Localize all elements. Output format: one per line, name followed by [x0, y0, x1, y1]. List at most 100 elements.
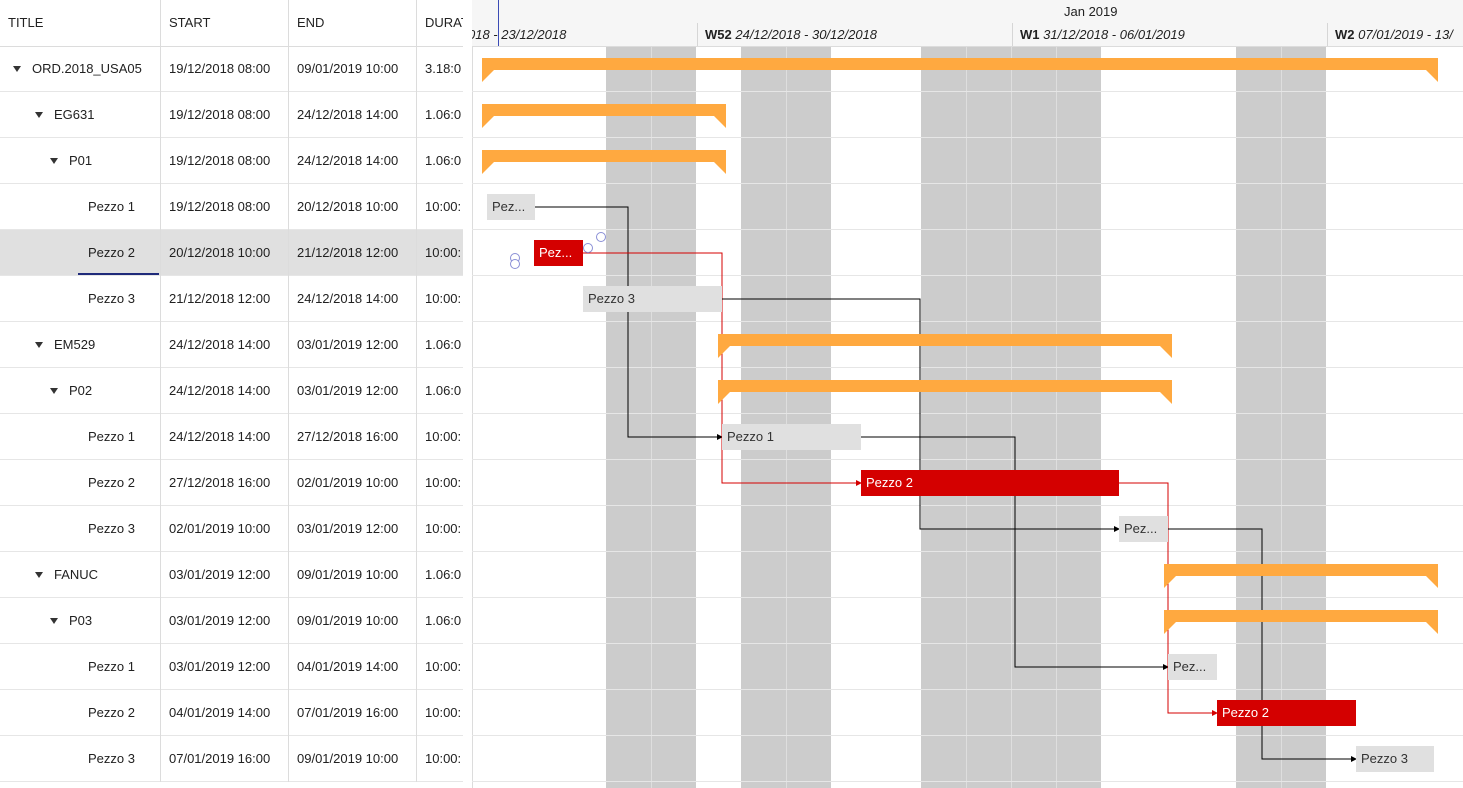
cell-start: 03/01/2019 12:00 [161, 644, 289, 690]
cell-end: 24/12/2018 14:00 [289, 276, 417, 322]
expand-caret-icon[interactable] [35, 571, 43, 578]
table-row[interactable]: Pezzo 1 19/12/2018 08:00 20/12/2018 10:00 1… [0, 184, 463, 230]
cell-start: 19/12/2018 08:00 [161, 138, 289, 184]
cell-end: 24/12/2018 14:00 [289, 138, 417, 184]
summary-bar[interactable] [718, 334, 1172, 360]
cell-title: Pezzo 3 [0, 736, 161, 782]
table-row[interactable]: Pezzo 3 07/01/2019 16:00 09/01/2019 10:00 1… [0, 736, 463, 782]
cell-start: 21/12/2018 12:00 [161, 276, 289, 322]
cell-duration: 1.06:0 [425, 383, 462, 398]
cell-title: Pezzo 1 [0, 644, 161, 690]
task-bar[interactable]: Pezzo 1 [722, 424, 861, 450]
cell-duration: 10:00: [425, 475, 462, 490]
task-bar[interactable]: Pezzo 3 [583, 286, 722, 312]
cell-title: Pezzo 1 [0, 414, 161, 460]
summary-start-tip [1164, 622, 1176, 634]
summary-bar[interactable] [1164, 564, 1438, 590]
cell-start: 20/12/2018 10:00 [161, 230, 289, 276]
column-header-start[interactable]: START [161, 0, 289, 46]
summary-end-tip [1160, 392, 1172, 404]
table-row[interactable]: P02 24/12/2018 14:00 03/01/2019 12:00 1.06:… [0, 368, 463, 414]
cell-duration: 3.18:0 [425, 61, 462, 76]
resize-handle-icon[interactable] [596, 232, 606, 242]
cell-title: Pezzo 2 [0, 690, 161, 736]
cell-start: 24/12/2018 14:00 [161, 322, 289, 368]
cell-end: 09/01/2019 10:00 [289, 736, 417, 782]
expand-caret-icon[interactable] [50, 617, 58, 624]
row-title: P01 [69, 153, 93, 168]
row-title: Pezzo 3 [88, 291, 135, 306]
table-row[interactable]: ORD.2018_USA05 19/12/2018 08:00 09/01/2019… [0, 46, 463, 92]
summary-bar[interactable] [482, 150, 726, 176]
expand-caret-icon[interactable] [50, 387, 58, 394]
table-row[interactable]: Pezzo 2 20/12/2018 10:00 21/12/2018 12:00 1… [0, 230, 463, 276]
cell-start: 07/01/2019 16:00 [161, 736, 289, 782]
cell-duration: 10:00: [425, 199, 462, 214]
summary-bar[interactable] [482, 104, 726, 130]
row-title: P03 [69, 613, 93, 628]
summary-band [1164, 564, 1438, 576]
critical-task-bar[interactable]: Pez... [534, 240, 583, 266]
column-header-end[interactable]: END [289, 0, 417, 46]
cell-end: 27/12/2018 16:00 [289, 414, 417, 460]
cell-end: 07/01/2019 16:00 [289, 690, 417, 736]
cell-duration: 10:00: [425, 705, 462, 720]
cell-duration: 10:00: [425, 751, 462, 766]
summary-start-tip [1164, 576, 1176, 588]
table-row[interactable]: Pezzo 2 27/12/2018 16:00 02/01/2019 10:00 1… [0, 460, 463, 506]
cell-start: 24/12/2018 14:00 [161, 414, 289, 460]
cell-title: EG631 [0, 92, 161, 138]
expand-caret-icon[interactable] [35, 341, 43, 348]
summary-end-tip [1160, 346, 1172, 358]
task-bar[interactable]: Pezzo 3 [1356, 746, 1434, 772]
cell-title: ORD.2018_USA05 [0, 46, 161, 92]
table-row[interactable]: Pezzo 2 04/01/2019 14:00 07/01/2019 16:00 1… [0, 690, 463, 736]
cell-start: 02/01/2019 10:00 [161, 506, 289, 552]
table-row[interactable]: Pezzo 3 21/12/2018 12:00 24/12/2018 14:00 1… [0, 276, 463, 322]
expand-caret-icon[interactable] [13, 65, 21, 72]
cell-title: P02 [0, 368, 161, 414]
cell-end: 03/01/2019 12:00 [289, 368, 417, 414]
row-title: ORD.2018_USA05 [32, 61, 142, 76]
expand-caret-icon[interactable] [35, 111, 43, 118]
row-title: Pezzo 3 [88, 521, 135, 536]
cell-start: 03/01/2019 12:00 [161, 598, 289, 644]
cell-duration: 10:00: [425, 245, 462, 260]
resize-handle-icon[interactable] [583, 243, 593, 253]
summary-band [482, 58, 1438, 70]
summary-bar[interactable] [1164, 610, 1438, 636]
summary-end-tip [1426, 70, 1438, 82]
task-bar[interactable]: Pez... [1168, 654, 1217, 680]
summary-end-tip [1426, 622, 1438, 634]
table-row[interactable]: Pezzo 3 02/01/2019 10:00 03/01/2019 12:00 1… [0, 506, 463, 552]
cell-duration: 10:00: [425, 659, 462, 674]
table-row[interactable]: EG631 19/12/2018 08:00 24/12/2018 14:00 1.0… [0, 92, 463, 138]
critical-task-bar[interactable]: Pezzo 2 [1217, 700, 1356, 726]
row-title: Pezzo 2 [88, 475, 135, 490]
column-header-title[interactable]: TITLE [0, 0, 161, 46]
summary-start-tip [482, 116, 494, 128]
summary-start-tip [718, 392, 730, 404]
row-title: Pezzo 1 [88, 199, 135, 214]
cell-title: FANUC [0, 552, 161, 598]
summary-end-tip [714, 162, 726, 174]
critical-task-bar[interactable]: Pezzo 2 [861, 470, 1119, 496]
table-row[interactable]: P03 03/01/2019 12:00 09/01/2019 10:00 1.06:… [0, 598, 463, 644]
cell-end: 09/01/2019 10:00 [289, 46, 417, 92]
table-row[interactable]: EM529 24/12/2018 14:00 03/01/2019 12:00 1.0… [0, 322, 463, 368]
expand-caret-icon[interactable] [50, 157, 58, 164]
link-handle-icon[interactable] [510, 259, 520, 269]
table-row[interactable]: P01 19/12/2018 08:00 24/12/2018 14:00 1.06:… [0, 138, 463, 184]
summary-bar[interactable] [718, 380, 1172, 406]
summary-bar[interactable] [482, 58, 1438, 84]
table-row[interactable]: Pezzo 1 03/01/2019 12:00 04/01/2019 14:00 1… [0, 644, 463, 690]
row-title: Pezzo 2 [88, 705, 135, 720]
table-row[interactable]: FANUC 03/01/2019 12:00 09/01/2019 10:00 1.0… [0, 552, 463, 598]
cell-end: 03/01/2019 12:00 [289, 322, 417, 368]
task-bar[interactable]: Pez... [1119, 516, 1168, 542]
task-bar[interactable]: Pez... [487, 194, 535, 220]
column-header-duration[interactable]: DURATION [417, 0, 463, 46]
table-row[interactable]: Pezzo 1 24/12/2018 14:00 27/12/2018 16:00 1… [0, 414, 463, 460]
summary-start-tip [718, 346, 730, 358]
cell-end: 04/01/2019 14:00 [289, 644, 417, 690]
